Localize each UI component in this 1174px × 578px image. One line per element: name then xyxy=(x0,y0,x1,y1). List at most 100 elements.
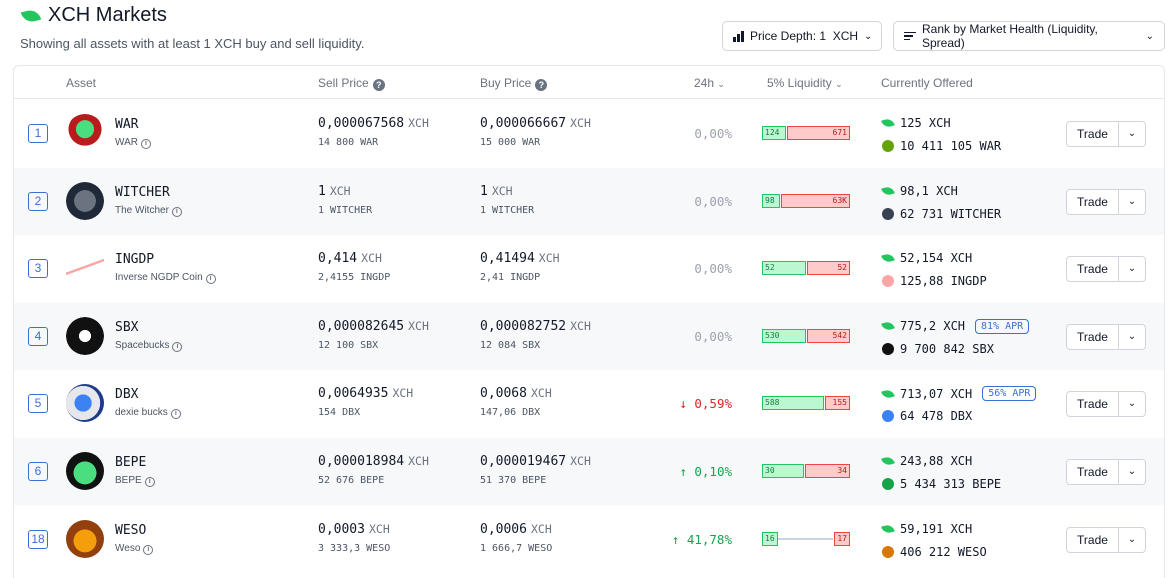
asset-name[interactable]: WITCHER xyxy=(115,185,170,200)
asset-fullname-text: BEPE xyxy=(115,475,142,486)
info-icon[interactable]: i xyxy=(143,544,154,555)
sell-amount: 1 WITCHER xyxy=(318,204,373,216)
price-depth-button[interactable]: Price Depth: 1 XCH ⌄ xyxy=(722,21,882,51)
table-row[interactable]: 2 WITCHER The Witcher i 1 XCH 1 WITCHER 1X… xyxy=(14,167,1164,235)
chevron-down-icon[interactable]: ⌄ xyxy=(1119,122,1145,146)
table-row[interactable]: 1 WAR WAR i 0,000067568 XCH 14 800 WAR 0,0… xyxy=(14,100,1164,167)
change-24h: ↑ 0,10% xyxy=(679,464,732,479)
sell-price-value: 0,000082645 xyxy=(318,318,405,334)
asset-avatar xyxy=(66,249,104,288)
buy-price: 0,000019467 XCH xyxy=(480,454,591,469)
sell-price-unit: XCH xyxy=(408,318,429,333)
info-icon[interactable]: i xyxy=(172,341,183,352)
page-title-text: XCH Markets xyxy=(48,4,167,26)
trade-button[interactable]: Trade xyxy=(1067,527,1119,552)
chevron-down-icon[interactable]: ⌄ xyxy=(1119,460,1145,484)
table-row[interactable]: 6 BEPE BEPE i 0,000018984 XCH 52 676 BEPE … xyxy=(14,438,1164,505)
offered-token-text: 64 478 DBX xyxy=(900,409,973,424)
col-liquidity[interactable]: 5% Liquidity ⌄ xyxy=(767,76,843,90)
chia-leaf-icon xyxy=(881,388,895,400)
asset-fullname: The Witcher i xyxy=(115,205,182,217)
trade-button[interactable]: Trade xyxy=(1067,392,1119,417)
info-icon[interactable]: i xyxy=(171,206,182,217)
buy-amount: 12 084 SBX xyxy=(480,339,541,351)
liquidity-buy: 124 xyxy=(762,126,786,140)
bar-chart-icon xyxy=(733,30,744,42)
trade-button[interactable]: Trade xyxy=(1067,324,1119,349)
chevron-down-icon[interactable]: ⌄ xyxy=(1119,325,1145,349)
info-icon[interactable]: i xyxy=(205,274,216,285)
asset-avatar xyxy=(66,316,104,355)
sell-price: 0,000067568 XCH xyxy=(318,116,429,131)
asset-name[interactable]: INGDP xyxy=(115,252,154,267)
trade-button[interactable]: Trade xyxy=(1067,460,1119,484)
chevron-down-icon[interactable]: ⌄ xyxy=(1119,528,1145,552)
help-icon[interactable]: ? xyxy=(372,79,385,91)
sell-price-unit: XCH xyxy=(329,183,351,198)
token-icon xyxy=(882,545,894,558)
col-sell-price[interactable]: Sell Price? xyxy=(318,76,385,91)
apr-badge[interactable]: 56% APR xyxy=(982,386,1037,402)
info-icon[interactable]: i xyxy=(144,477,155,487)
buy-price-value: 0,000019467 xyxy=(480,454,567,469)
buy-price: 0,0006 XCH xyxy=(480,522,552,537)
buy-price-unit: XCH xyxy=(491,183,513,198)
offered-token: 64 478 DBX xyxy=(882,409,972,423)
rank-by-button[interactable]: Rank by Market Health (Liquidity, Spread… xyxy=(893,21,1165,51)
offered-token: 9 700 842 SBX xyxy=(882,342,994,356)
trade-button[interactable]: Trade xyxy=(1067,257,1119,282)
asset-fullname: Inverse NGDP Coin i xyxy=(115,272,216,285)
sell-amount: 52 676 BEPE xyxy=(318,475,385,486)
buy-amount: 147,06 DBX xyxy=(480,407,541,419)
table-row[interactable]: 4 SBX Spacebucks i 0,000082645 XCH 12 100 … xyxy=(14,302,1164,370)
asset-name[interactable]: SBX xyxy=(115,320,138,335)
offered-xch-text: 713,07 XCH xyxy=(900,386,973,401)
token-icon xyxy=(882,410,894,423)
chevron-down-icon[interactable]: ⌄ xyxy=(1119,190,1145,214)
trade-button-group: Trade ⌄ xyxy=(1066,323,1146,350)
sell-price-value: 1 xyxy=(318,183,326,199)
sell-price: 0,0064935 XCH xyxy=(318,386,413,401)
info-icon[interactable]: i xyxy=(170,409,181,420)
table-row[interactable]: 18 WESO Weso i 0,0003 XCH 3 333,3 WESO 0,0… xyxy=(14,506,1164,573)
offered-token-text: 125,88 INGDP xyxy=(900,274,987,289)
apr-badge[interactable]: 81% APR xyxy=(975,318,1030,334)
offered-xch-text: 98,1 XCH xyxy=(900,183,958,198)
liquidity-buy: 52 xyxy=(762,261,806,276)
sell-price-unit: XCH xyxy=(408,454,429,468)
chevron-down-icon[interactable]: ⌄ xyxy=(1119,257,1145,281)
buy-price-value: 0,000066667 xyxy=(480,116,567,131)
sell-amount: 154 DBX xyxy=(318,407,361,419)
token-icon xyxy=(882,207,894,220)
trade-button[interactable]: Trade xyxy=(1067,189,1119,214)
help-icon[interactable]: ? xyxy=(535,79,548,91)
offered-token: 10 411 105 WAR xyxy=(882,139,1001,153)
trade-button-group: Trade ⌄ xyxy=(1066,121,1146,147)
sell-price-unit: XCH xyxy=(392,386,414,401)
asset-name[interactable]: WESO xyxy=(115,523,146,538)
liquidity-bar: 530 542 xyxy=(762,328,850,343)
info-icon[interactable]: i xyxy=(140,139,151,149)
token-icon xyxy=(882,140,894,152)
sell-amount: 12 100 SBX xyxy=(318,339,379,351)
liquidity-sell: 63K xyxy=(781,193,850,208)
col-buy-price[interactable]: Buy Price? xyxy=(480,76,548,91)
asset-name[interactable]: DBX xyxy=(115,387,138,402)
asset-fullname-text: WAR xyxy=(115,137,138,148)
sell-price: 1 XCH xyxy=(318,184,351,199)
offered-token-text: 62 731 WITCHER xyxy=(900,206,1002,221)
liquidity-gap xyxy=(778,537,833,540)
asset-name[interactable]: BEPE xyxy=(115,455,146,470)
table-row[interactable]: 3 INGDP Inverse NGDP Coin i 0,414 XCH 2,41… xyxy=(14,235,1164,302)
col-24h[interactable]: 24h ⌄ xyxy=(694,76,725,90)
chia-leaf-icon xyxy=(881,455,895,467)
col-liquidity-label: 5% Liquidity xyxy=(767,76,832,90)
table-row[interactable]: 5 DBX dexie bucks i 0,0064935 XCH 154 DBX … xyxy=(14,370,1164,437)
asset-fullname-text: Weso xyxy=(115,542,141,554)
chevron-down-icon[interactable]: ⌄ xyxy=(1119,392,1145,416)
trade-button[interactable]: Trade xyxy=(1067,122,1119,146)
rank-by-label: Rank by Market Health (Liquidity, Spread… xyxy=(922,22,1098,50)
offered-xch: 243,88 XCH xyxy=(881,454,972,468)
asset-name[interactable]: WAR xyxy=(115,117,138,132)
buy-price-value: 1 xyxy=(480,183,488,199)
